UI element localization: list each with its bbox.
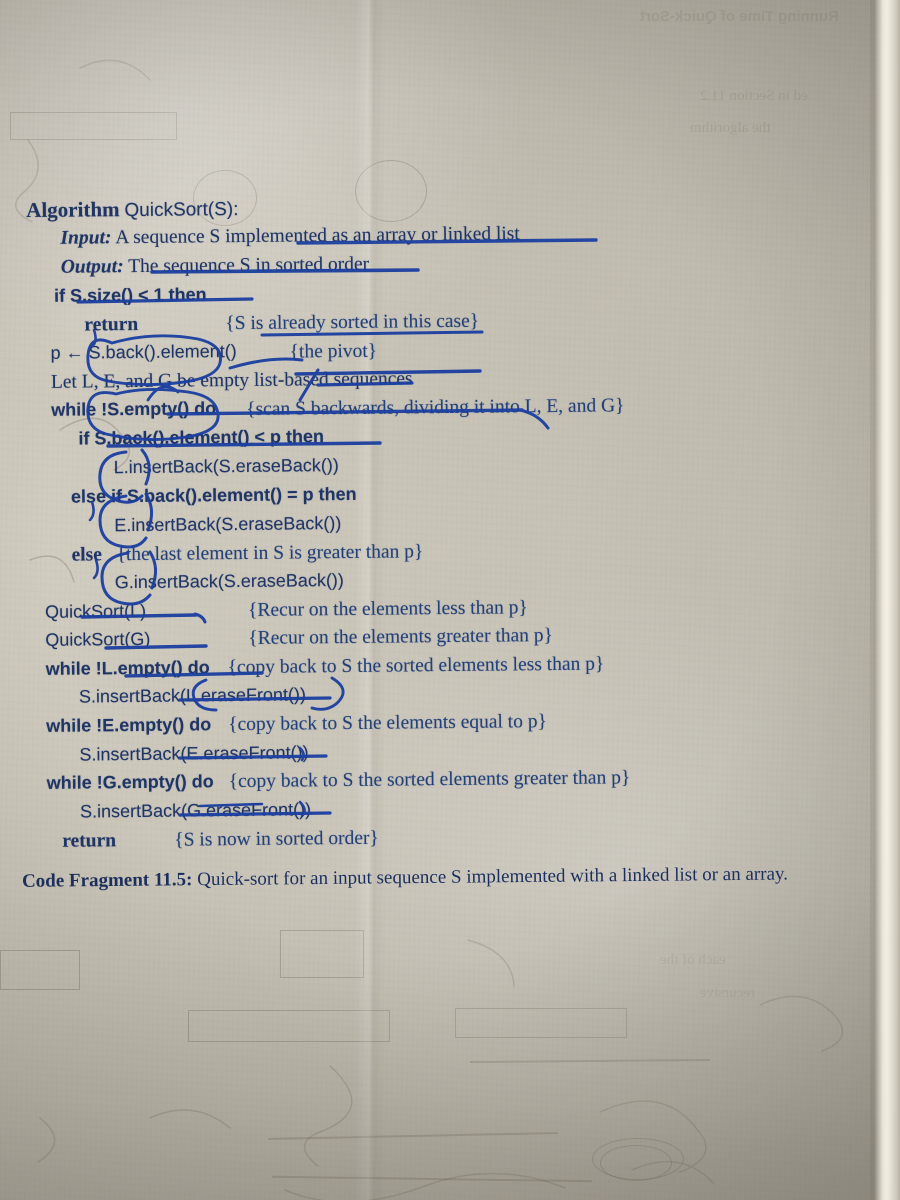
page-edge-strip (874, 0, 900, 1200)
vignette (0, 0, 900, 1200)
page-photograph: Running Time of Quick-Sort ed in Section… (0, 0, 900, 1200)
